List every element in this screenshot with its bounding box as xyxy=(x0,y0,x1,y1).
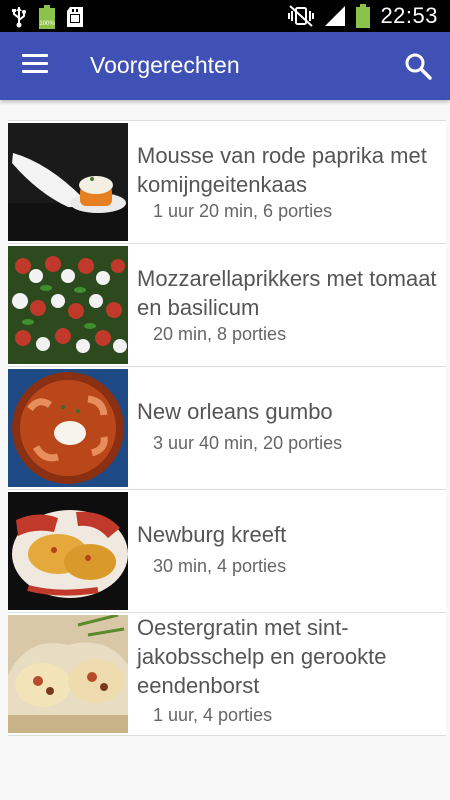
clock: 22:53 xyxy=(380,3,438,28)
hamburger-menu-icon[interactable] xyxy=(22,54,48,78)
recipe-title: New orleans gumbo xyxy=(137,399,333,424)
vibrate-muted-icon xyxy=(288,5,315,27)
list-item[interactable]: New orleans gumbo 3 uur 40 min, 20 porti… xyxy=(8,366,446,489)
recipe-list: Mousse van rode paprika met komijngeiten… xyxy=(8,120,446,736)
recipe-image xyxy=(8,615,128,733)
recipe-title: Mozzarellaprikkers met tomaat en basilic… xyxy=(137,266,437,320)
usb-icon xyxy=(12,7,26,28)
recipe-meta: 30 min, 4 porties xyxy=(153,556,287,576)
recipe-image xyxy=(8,123,128,241)
search-icon[interactable] xyxy=(404,52,432,80)
recipe-title: Oestergratin met sint-jakobsschelp en ge… xyxy=(137,615,387,698)
list-item[interactable]: Mozzarellaprikkers met tomaat en basilic… xyxy=(8,243,446,366)
page-title: Voorgerechten xyxy=(90,52,240,78)
recipe-meta: 3 uur 40 min, 20 porties xyxy=(153,433,343,453)
recipe-title: Newburg kreeft xyxy=(137,522,287,547)
signal-icon xyxy=(325,6,346,26)
recipe-title: Mousse van rode paprika met komijngeiten… xyxy=(137,143,427,197)
recipe-meta: 1 uur 20 min, 6 porties xyxy=(153,201,333,221)
status-bar: 100% 22:53 xyxy=(0,0,450,32)
battery-icon xyxy=(356,4,371,28)
recipe-image xyxy=(8,492,128,610)
battery-full-icon: 100% xyxy=(39,5,55,29)
screenshot-icon xyxy=(67,7,83,27)
list-item[interactable]: Mousse van rode paprika met komijngeiten… xyxy=(8,120,446,243)
list-item[interactable]: Newburg kreeft 30 min, 4 porties xyxy=(8,489,446,612)
svg-text:100%: 100% xyxy=(39,21,55,27)
recipe-meta: 20 min, 8 porties xyxy=(153,324,287,344)
app-bar: Voorgerechten xyxy=(0,32,450,100)
list-item[interactable]: Oestergratin met sint-jakobsschelp en ge… xyxy=(8,612,446,736)
recipe-image xyxy=(8,246,128,364)
recipe-image xyxy=(8,369,128,487)
recipe-meta: 1 uur, 4 porties xyxy=(153,705,273,725)
